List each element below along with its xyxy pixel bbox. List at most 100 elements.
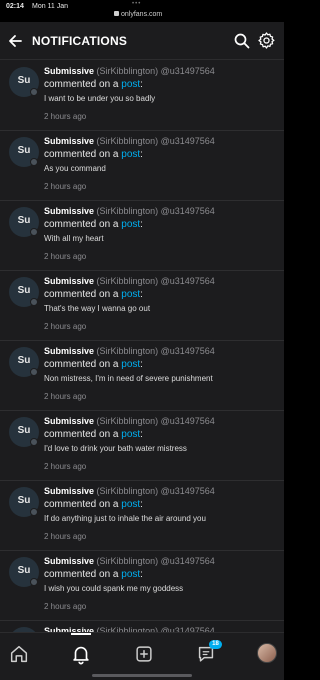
action-text: commented on a bbox=[44, 569, 122, 580]
notification-action: commented on a post: bbox=[44, 79, 143, 90]
active-tab-indicator bbox=[71, 633, 91, 635]
back-arrow-icon[interactable] bbox=[6, 31, 26, 51]
sender-name[interactable]: Submissive bbox=[44, 276, 94, 286]
avatar[interactable]: Su bbox=[9, 277, 39, 307]
notification-item[interactable]: Su Submissive (SirKibblington) @u3149756… bbox=[0, 551, 284, 621]
timestamp: 2 hours ago bbox=[44, 392, 87, 401]
sender-name[interactable]: Submissive bbox=[44, 556, 94, 566]
sender-name[interactable]: Submissive bbox=[44, 136, 94, 146]
comment-text: Non mistress, I'm in need of severe puni… bbox=[44, 374, 213, 383]
status-dot bbox=[30, 438, 38, 446]
home-icon[interactable] bbox=[8, 643, 30, 665]
action-suffix: : bbox=[140, 219, 143, 230]
avatar-initials: Su bbox=[17, 145, 31, 156]
timestamp: 2 hours ago bbox=[44, 252, 87, 261]
status-dot bbox=[30, 88, 38, 96]
status-dot bbox=[30, 368, 38, 376]
avatar[interactable]: Su bbox=[9, 67, 39, 97]
post-link[interactable]: post bbox=[121, 359, 140, 370]
avatar[interactable]: Su bbox=[9, 557, 39, 587]
action-suffix: : bbox=[140, 499, 143, 510]
action-text: commented on a bbox=[44, 499, 122, 510]
sender-handle: (SirKibblington) @u31497564 bbox=[96, 486, 215, 496]
lock-icon bbox=[114, 11, 119, 16]
status-dot bbox=[30, 158, 38, 166]
post-link[interactable]: post bbox=[121, 499, 140, 510]
messages-badge: 18 bbox=[209, 640, 222, 649]
avatar-initials: Su bbox=[17, 355, 31, 366]
status-time: 02:14 bbox=[6, 3, 24, 10]
sender-handle: (SirKibblington) @u31497564 bbox=[96, 416, 215, 426]
timestamp: 2 hours ago bbox=[44, 322, 87, 331]
comment-text: I want to be under you so badly bbox=[44, 94, 156, 103]
sender-handle: (SirKibblington) @u31497564 bbox=[96, 556, 215, 566]
action-suffix: : bbox=[140, 429, 143, 440]
post-link[interactable]: post bbox=[121, 289, 140, 300]
sender-name[interactable]: Submissive bbox=[44, 66, 94, 76]
timestamp: 2 hours ago bbox=[44, 532, 87, 541]
sender-name[interactable]: Submissive bbox=[44, 206, 94, 216]
action-text: commented on a bbox=[44, 149, 122, 160]
post-link[interactable]: post bbox=[121, 569, 140, 580]
notification-item[interactable]: Su Submissive (SirKibblington) @u3149756… bbox=[0, 621, 284, 632]
notification-item[interactable]: Su Submissive (SirKibblington) @u3149756… bbox=[0, 411, 284, 481]
avatar[interactable]: Su bbox=[9, 417, 39, 447]
notification-action: commented on a post: bbox=[44, 429, 143, 440]
comment-text: As you command bbox=[44, 164, 106, 173]
action-suffix: : bbox=[140, 149, 143, 160]
sender-name[interactable]: Submissive bbox=[44, 346, 94, 356]
search-icon[interactable] bbox=[233, 32, 251, 50]
action-text: commented on a bbox=[44, 289, 122, 300]
notification-action: commented on a post: bbox=[44, 569, 143, 580]
sender-handle: (SirKibblington) @u31497564 bbox=[96, 206, 215, 216]
profile-avatar[interactable] bbox=[257, 643, 277, 663]
status-dot bbox=[30, 508, 38, 516]
comment-text: That's the way I wanna go out bbox=[44, 304, 151, 313]
post-link[interactable]: post bbox=[121, 149, 140, 160]
notification-item[interactable]: Su Submissive (SirKibblington) @u3149756… bbox=[0, 481, 284, 551]
avatar[interactable]: Su bbox=[9, 137, 39, 167]
url-text: onlyfans.com bbox=[121, 11, 163, 18]
sender-name[interactable]: Submissive bbox=[44, 486, 94, 496]
bell-icon[interactable] bbox=[70, 643, 92, 665]
action-suffix: : bbox=[140, 79, 143, 90]
bottom-nav: 18 bbox=[0, 632, 284, 680]
status-bar: 02:14 Mon 11 Jan ••• onlyfans.com bbox=[0, 0, 284, 22]
status-dot bbox=[30, 298, 38, 306]
notifications-list: Su Submissive (SirKibblington) @u3149756… bbox=[0, 60, 284, 632]
avatar[interactable]: Su bbox=[9, 487, 39, 517]
timestamp: 2 hours ago bbox=[44, 462, 87, 471]
avatar-initials: Su bbox=[17, 75, 31, 86]
comment-text: With all my heart bbox=[44, 234, 104, 243]
sender-name[interactable]: Submissive bbox=[44, 416, 94, 426]
notification-sender: Submissive (SirKibblington) @u31497564 bbox=[44, 556, 215, 566]
comment-text: If do anything just to inhale the air ar… bbox=[44, 514, 206, 523]
notification-item[interactable]: Su Submissive (SirKibblington) @u3149756… bbox=[0, 131, 284, 201]
notification-item[interactable]: Su Submissive (SirKibblington) @u3149756… bbox=[0, 341, 284, 411]
notification-item[interactable]: Su Submissive (SirKibblington) @u3149756… bbox=[0, 201, 284, 271]
avatar[interactable]: Su bbox=[9, 347, 39, 377]
timestamp: 2 hours ago bbox=[44, 602, 87, 611]
post-link[interactable]: post bbox=[121, 219, 140, 230]
action-text: commented on a bbox=[44, 79, 122, 90]
notification-action: commented on a post: bbox=[44, 359, 143, 370]
notification-action: commented on a post: bbox=[44, 219, 143, 230]
avatar[interactable]: Su bbox=[9, 207, 39, 237]
timestamp: 2 hours ago bbox=[44, 112, 87, 121]
add-post-icon[interactable] bbox=[133, 643, 155, 665]
post-link[interactable]: post bbox=[121, 429, 140, 440]
sender-handle: (SirKibblington) @u31497564 bbox=[96, 276, 215, 286]
notification-item[interactable]: Su Submissive (SirKibblington) @u3149756… bbox=[0, 271, 284, 341]
post-link[interactable]: post bbox=[121, 79, 140, 90]
page-title: NOTIFICATIONS bbox=[32, 34, 128, 48]
action-suffix: : bbox=[140, 359, 143, 370]
header: NOTIFICATIONS bbox=[0, 22, 284, 60]
sender-handle: (SirKibblington) @u31497564 bbox=[96, 66, 215, 76]
sender-handle: (SirKibblington) @u31497564 bbox=[96, 136, 215, 146]
notification-item[interactable]: Su Submissive (SirKibblington) @u3149756… bbox=[0, 61, 284, 131]
address-bar[interactable]: onlyfans.com bbox=[114, 11, 162, 18]
settings-gear-icon[interactable] bbox=[257, 31, 276, 50]
multitasking-dots-icon[interactable]: ••• bbox=[132, 1, 141, 7]
notification-sender: Submissive (SirKibblington) @u31497564 bbox=[44, 206, 215, 216]
status-dot bbox=[30, 228, 38, 236]
